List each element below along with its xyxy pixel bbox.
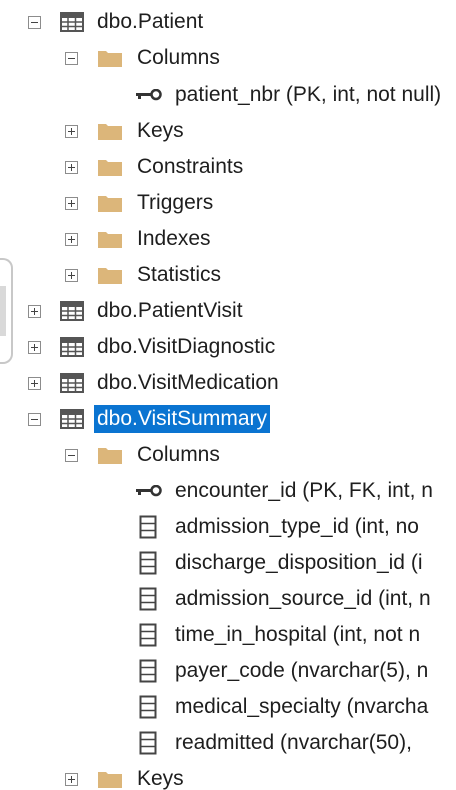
expand-icon[interactable] — [65, 161, 78, 174]
collapse-icon[interactable] — [65, 449, 78, 462]
expand-icon[interactable] — [65, 233, 78, 246]
tree-node-label: dbo.VisitMedication — [97, 371, 279, 394]
tree-node-patient-triggers[interactable]: Triggers — [0, 185, 456, 221]
expand-icon[interactable] — [65, 269, 78, 282]
folder-icon — [98, 51, 122, 67]
tree-node-label: admission_source_id (int, n — [175, 587, 431, 610]
tree-node-label-selected: dbo.VisitSummary — [94, 405, 271, 433]
primary-key-icon — [136, 89, 162, 101]
tree-node-column-encounter-id[interactable]: encounter_id (PK, FK, int, n — [0, 473, 456, 509]
tree-node-label: readmitted (nvarchar(50), — [175, 731, 412, 754]
tree-node-column-admission-type-id[interactable]: admission_type_id (int, no — [0, 509, 456, 545]
tree-node-label: Keys — [137, 119, 184, 142]
object-explorer-tree: dbo.Patient Columns patient_nbr (PK, int… — [0, 0, 456, 790]
tree-node-visitsummary-table[interactable]: dbo.VisitSummary — [0, 401, 456, 437]
table-icon — [60, 409, 84, 429]
tree-node-patientvisit-table[interactable]: dbo.PatientVisit — [0, 293, 456, 329]
column-icon — [139, 659, 157, 683]
tree-node-visitsummary-keys[interactable]: Keys — [0, 761, 456, 790]
tree-node-column-readmitted[interactable]: readmitted (nvarchar(50), — [0, 725, 456, 761]
column-icon — [139, 515, 157, 539]
folder-icon — [98, 160, 122, 176]
tree-node-column-admission-source-id[interactable]: admission_source_id (int, n — [0, 581, 456, 617]
tree-node-label: Constraints — [137, 155, 244, 178]
column-icon — [139, 587, 157, 611]
collapse-icon[interactable] — [65, 52, 78, 65]
tree-node-patient-columns[interactable]: Columns — [0, 40, 456, 76]
tree-node-column-patient-nbr[interactable]: patient_nbr (PK, int, not null) — [0, 77, 456, 113]
primary-key-icon — [136, 485, 162, 497]
tree-node-column-time-in-hospital[interactable]: time_in_hospital (int, not n — [0, 617, 456, 653]
tree-node-label: Triggers — [137, 191, 214, 214]
tree-node-label: Columns — [137, 46, 220, 69]
tree-node-visitmedication-table[interactable]: dbo.VisitMedication — [0, 365, 456, 401]
tree-node-label: patient_nbr (PK, int, not null) — [175, 83, 442, 106]
tree-node-label: Indexes — [137, 227, 211, 250]
expand-icon[interactable] — [28, 377, 41, 390]
tree-node-patient-table[interactable]: dbo.Patient — [0, 4, 456, 40]
tree-node-label: dbo.VisitDiagnostic — [97, 335, 276, 358]
collapse-icon[interactable] — [28, 413, 41, 426]
splitter-grip[interactable] — [0, 286, 6, 336]
table-icon — [60, 373, 84, 393]
tree-node-patient-statistics[interactable]: Statistics — [0, 257, 456, 293]
tree-node-label: discharge_disposition_id (i — [175, 551, 423, 574]
folder-icon — [98, 232, 122, 248]
tree-node-visitsummary-columns[interactable]: Columns — [0, 437, 456, 473]
tree-node-column-discharge-disposition-id[interactable]: discharge_disposition_id (i — [0, 545, 456, 581]
tree-node-label: dbo.Patient — [97, 10, 204, 33]
tree-node-label: payer_code (nvarchar(5), n — [175, 659, 429, 682]
column-icon — [139, 731, 157, 755]
tree-node-label: Keys — [137, 767, 184, 790]
folder-icon — [98, 124, 122, 140]
tree-node-column-medical-specialty[interactable]: medical_specialty (nvarcha — [0, 689, 456, 725]
tree-node-label: medical_specialty (nvarcha — [175, 695, 429, 718]
expand-icon[interactable] — [65, 125, 78, 138]
tree-node-label: encounter_id (PK, FK, int, n — [175, 479, 433, 502]
tree-node-patient-constraints[interactable]: Constraints — [0, 149, 456, 185]
tree-node-column-payer-code[interactable]: payer_code (nvarchar(5), n — [0, 653, 456, 689]
folder-icon — [98, 196, 122, 212]
folder-icon — [98, 268, 122, 284]
splitter-handle[interactable] — [0, 258, 13, 364]
column-icon — [139, 695, 157, 719]
folder-icon — [98, 772, 122, 788]
collapse-icon[interactable] — [28, 16, 41, 29]
tree-node-visitdiagnostic-table[interactable]: dbo.VisitDiagnostic — [0, 329, 456, 365]
tree-node-label: dbo.PatientVisit — [97, 299, 243, 322]
expand-icon[interactable] — [28, 341, 41, 354]
expand-icon[interactable] — [28, 305, 41, 318]
tree-node-label: time_in_hospital (int, not n — [175, 623, 421, 646]
table-icon — [60, 337, 84, 357]
expand-icon[interactable] — [65, 197, 78, 210]
tree-node-label: Statistics — [137, 263, 222, 286]
column-icon — [139, 551, 157, 575]
tree-node-label: admission_type_id (int, no — [175, 515, 419, 538]
table-icon — [60, 12, 84, 32]
tree-node-label: Columns — [137, 443, 220, 466]
column-icon — [139, 623, 157, 647]
table-icon — [60, 301, 84, 321]
expand-icon[interactable] — [65, 773, 78, 786]
tree-node-patient-indexes[interactable]: Indexes — [0, 221, 456, 257]
folder-icon — [98, 448, 122, 464]
tree-node-patient-keys[interactable]: Keys — [0, 113, 456, 149]
